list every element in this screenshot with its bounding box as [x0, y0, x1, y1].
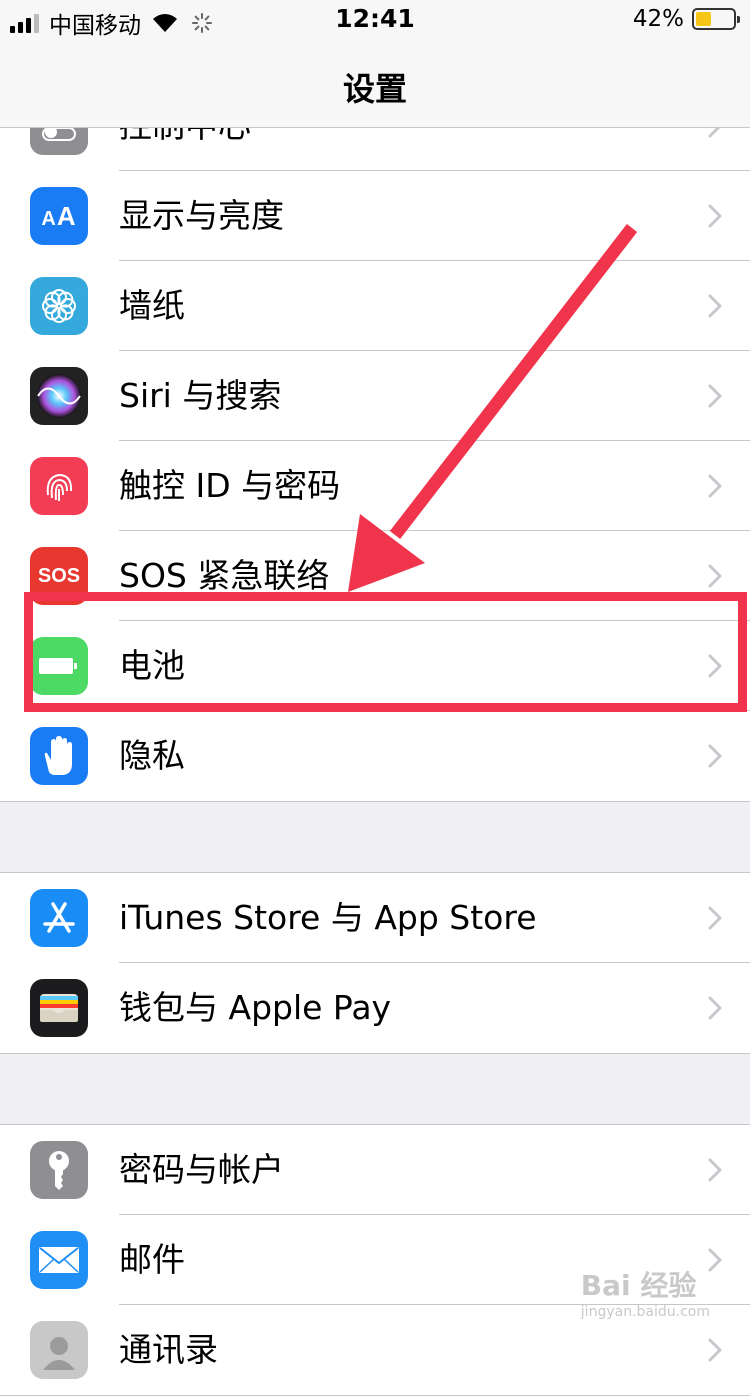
watermark: Bai 经验 jingyan.baidu.com [581, 1264, 710, 1320]
settings-row-wallet[interactable]: 钱包与 Apple Pay [0, 963, 750, 1053]
settings-row-app-store[interactable]: iTunes Store 与 App Store [0, 873, 750, 963]
chevron-right-icon [708, 1158, 722, 1182]
settings-row-label: 通讯录 [119, 1330, 218, 1369]
chevron-right-icon [708, 564, 722, 588]
app-store-icon [30, 889, 88, 947]
chevron-right-icon [708, 1248, 722, 1272]
settings-row-display-brightness[interactable]: AA 显示与亮度 [0, 171, 750, 261]
battery-percent: 42% [632, 6, 684, 32]
privacy-hand-icon [30, 727, 88, 785]
chevron-right-icon [708, 204, 722, 228]
settings-row-label: 触控 ID 与密码 [119, 466, 341, 505]
key-icon [30, 1141, 88, 1199]
chevron-right-icon [708, 384, 722, 408]
chevron-right-icon [708, 744, 722, 768]
settings-group: iTunes Store 与 App Store 钱包与 Apple Pay [0, 872, 750, 1054]
settings-group: 密码与帐户邮件通讯录 [0, 1124, 750, 1396]
chevron-right-icon [708, 996, 722, 1020]
page-title: 设置 [342, 70, 407, 108]
display-brightness-icon: AA [30, 187, 88, 245]
settings-row-label: Siri 与搜索 [119, 376, 282, 415]
settings-row-privacy-hand[interactable]: 隐私 [0, 711, 750, 801]
touch-id-icon [30, 457, 88, 515]
settings-row-siri[interactable]: Siri 与搜索 [0, 351, 750, 441]
highlight-box [24, 592, 747, 712]
settings-row-label: 墙纸 [119, 286, 185, 325]
mail-icon [30, 1231, 88, 1289]
settings-row-label: 隐私 [119, 736, 185, 775]
chevron-right-icon [708, 906, 722, 930]
wallpaper-icon [30, 277, 88, 335]
settings-row-label: iTunes Store 与 App Store [119, 898, 537, 937]
contacts-icon [30, 1321, 88, 1379]
chevron-right-icon [708, 294, 722, 318]
status-bar: 中国移动 12:41 42% [0, 0, 750, 40]
siri-icon [30, 367, 88, 425]
watermark-url: jingyan.baidu.com [580, 1304, 710, 1320]
battery-status-icon [692, 8, 740, 30]
settings-row-label: 显示与亮度 [119, 196, 284, 235]
chevron-right-icon [708, 474, 722, 498]
navigation-bar: 设置 [0, 40, 750, 128]
settings-row-key[interactable]: 密码与帐户 [0, 1125, 750, 1215]
settings-list: 控制中心AA显示与亮度墙纸Siri 与搜索触控 ID 与密码SOSSOS 紧急联… [0, 80, 750, 1396]
settings-row-label: 密码与帐户 [119, 1150, 284, 1189]
settings-row-label: 钱包与 Apple Pay [119, 988, 392, 1027]
chevron-right-icon [708, 1338, 722, 1362]
settings-row-touch-id[interactable]: 触控 ID 与密码 [0, 441, 750, 531]
watermark-brand: Bai 经验 [580, 1269, 697, 1302]
settings-row-label: 邮件 [119, 1240, 185, 1279]
wallet-icon [30, 979, 88, 1037]
settings-row-wallpaper[interactable]: 墙纸 [0, 261, 750, 351]
